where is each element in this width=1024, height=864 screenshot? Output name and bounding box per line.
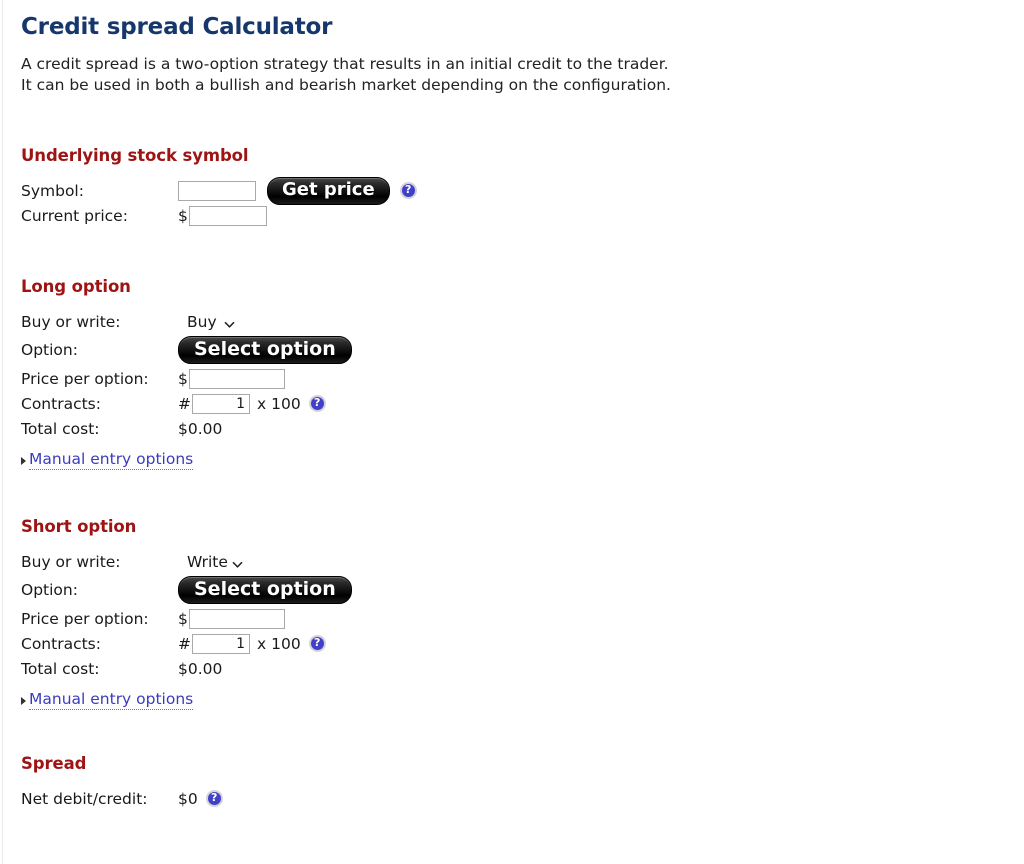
short-contracts-input[interactable]	[192, 633, 250, 654]
short-contracts-multiplier: x 100	[257, 634, 301, 653]
chevron-down-icon	[232, 556, 243, 568]
short-contracts-row: Contracts: # x 100	[0, 631, 1024, 656]
short-option-button-group: Select option	[178, 576, 352, 604]
current-price-input[interactable]	[188, 205, 267, 226]
short-buy-or-write-label: Buy or write:	[21, 552, 121, 571]
long-price-per-option-label: Price per option:	[21, 369, 149, 388]
symbol-field-group: Get price	[178, 176, 417, 205]
long-contracts-label: Contracts:	[21, 394, 101, 413]
short-option-select-row: Option: Select option	[0, 574, 1024, 606]
short-price-per-option-label: Price per option:	[21, 609, 149, 628]
spread-fields: Net debit/credit: $0	[0, 786, 1024, 811]
section-heading-long-option: Long option	[21, 277, 131, 296]
short-contracts-group: # x 100	[178, 633, 326, 654]
long-buy-or-write-value: Buy	[187, 312, 217, 331]
short-total-cost-value: $0.00	[178, 659, 223, 678]
short-contracts-label: Contracts:	[21, 634, 101, 653]
long-select-option-button[interactable]: Select option	[178, 336, 352, 364]
net-debit-credit-help-icon[interactable]	[205, 790, 223, 807]
section-heading-spread: Spread	[21, 754, 87, 773]
net-debit-credit-label: Net debit/credit:	[21, 789, 148, 808]
symbol-row: Symbol: Get price	[0, 176, 1024, 205]
long-option-label: Option:	[21, 341, 78, 359]
net-debit-credit-row: Net debit/credit: $0	[0, 786, 1024, 811]
short-manual-entry-options-toggle[interactable]: Manual entry options	[21, 690, 194, 710]
current-price-label: Current price:	[21, 206, 128, 225]
short-price-per-option-row: Price per option: $	[0, 606, 1024, 631]
current-price-field-group: $	[178, 205, 267, 226]
triangle-right-icon	[21, 696, 26, 705]
chevron-down-icon	[224, 316, 235, 328]
triangle-right-icon	[21, 456, 26, 465]
short-contracts-hash-symbol: #	[178, 634, 191, 653]
current-price-row: Current price: $	[0, 203, 1024, 228]
short-total-cost-label: Total cost:	[21, 659, 100, 678]
long-contracts-row: Contracts: # x 100	[0, 391, 1024, 416]
symbol-input[interactable]	[178, 180, 256, 201]
section-heading-short-option: Short option	[21, 517, 137, 536]
long-price-per-option-row: Price per option: $	[0, 366, 1024, 391]
long-contracts-hash-symbol: #	[178, 394, 191, 413]
long-buy-or-write-row: Buy or write: Buy	[0, 309, 1024, 334]
long-price-per-option-group: $	[178, 368, 285, 389]
page-intro-text: A credit spread is a two-option strategy…	[21, 55, 671, 94]
get-price-help-icon[interactable]	[399, 182, 417, 199]
short-currency-symbol: $	[178, 609, 188, 628]
long-total-cost-label: Total cost:	[21, 419, 100, 438]
long-total-cost-row: Total cost: $0.00	[0, 416, 1024, 441]
short-buy-or-write-value: Write	[187, 552, 228, 571]
get-price-button[interactable]: Get price	[267, 176, 390, 205]
long-total-cost-value: $0.00	[178, 419, 223, 438]
credit-spread-calculator-page: Credit spread Calculator A credit spread…	[0, 0, 1024, 811]
page-title: Credit spread Calculator	[21, 14, 333, 40]
long-contracts-help-icon[interactable]	[308, 395, 326, 412]
short-buy-or-write-select[interactable]: Write	[185, 553, 245, 571]
long-currency-symbol: $	[178, 369, 188, 388]
short-price-per-option-group: $	[178, 608, 285, 629]
long-manual-entry-options-label: Manual entry options	[29, 450, 194, 470]
short-buy-or-write-row: Buy or write: Write	[0, 549, 1024, 574]
short-price-per-option-input[interactable]	[188, 608, 285, 629]
short-select-option-button[interactable]: Select option	[178, 576, 352, 604]
long-contracts-group: # x 100	[178, 393, 326, 414]
long-option-fields: Buy or write: Buy Option: Select option …	[0, 309, 1024, 470]
short-contracts-help-icon[interactable]	[308, 635, 326, 652]
long-buy-or-write-label: Buy or write:	[21, 312, 121, 331]
short-total-cost-row: Total cost: $0.00	[0, 656, 1024, 681]
symbol-label: Symbol:	[21, 181, 84, 200]
short-manual-entry-options-label: Manual entry options	[29, 690, 194, 710]
long-option-button-group: Select option	[178, 336, 352, 364]
net-debit-credit-value: $0	[178, 789, 198, 808]
long-buy-or-write-select[interactable]: Buy	[185, 313, 237, 331]
currency-symbol: $	[178, 206, 188, 225]
short-option-fields: Buy or write: Write Option: Select optio…	[0, 549, 1024, 710]
long-contracts-multiplier: x 100	[257, 394, 301, 413]
long-manual-entry-options-toggle[interactable]: Manual entry options	[21, 450, 194, 470]
long-option-select-row: Option: Select option	[0, 334, 1024, 366]
net-debit-credit-group: $0	[178, 790, 223, 808]
short-option-label: Option:	[21, 581, 78, 599]
underlying-fields: Symbol: Get price Current price: $	[0, 176, 1024, 228]
long-contracts-input[interactable]	[192, 393, 250, 414]
long-price-per-option-input[interactable]	[188, 368, 285, 389]
section-heading-underlying: Underlying stock symbol	[21, 146, 249, 165]
